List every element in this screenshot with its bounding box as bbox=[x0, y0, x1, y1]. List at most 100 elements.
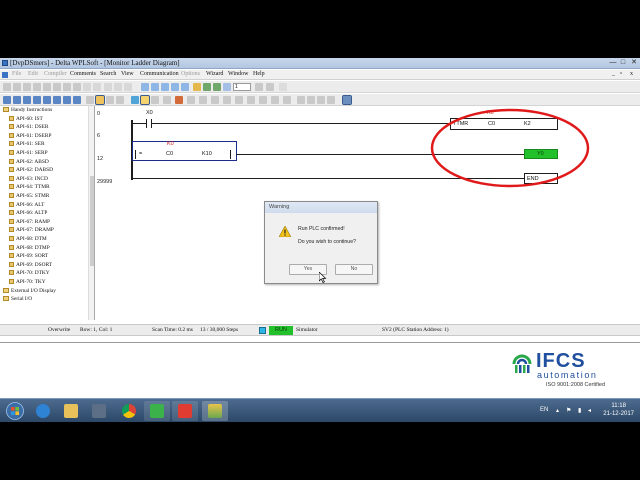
reset-icon[interactable] bbox=[199, 96, 207, 104]
tree-instruction-item[interactable]: API-64: TTMR bbox=[9, 183, 50, 191]
online-icon[interactable] bbox=[131, 96, 139, 104]
diagnose-icon[interactable] bbox=[247, 96, 255, 104]
tree-scroll-thumb[interactable] bbox=[90, 176, 94, 266]
mdi-restore-button[interactable]: ▫ bbox=[620, 71, 622, 77]
network-icon[interactable]: ▮ bbox=[578, 407, 581, 414]
taskbar-camtasia[interactable] bbox=[144, 401, 170, 421]
taskbar-wplsoft[interactable] bbox=[202, 401, 228, 421]
flag-icon[interactable]: ⚑ bbox=[566, 407, 571, 414]
tree-instruction-item[interactable]: API-68: DTMP bbox=[9, 244, 50, 252]
tree-folder[interactable]: Serial I/O bbox=[3, 295, 32, 303]
menu-options[interactable]: Options bbox=[181, 71, 200, 77]
maximize-button[interactable]: □ bbox=[618, 58, 628, 68]
coil-icon[interactable] bbox=[317, 96, 325, 104]
taskbar-media[interactable] bbox=[86, 401, 112, 421]
tree-instruction-item[interactable]: API-61: DSERP bbox=[9, 132, 52, 140]
online-edit-icon[interactable] bbox=[235, 96, 243, 104]
tree-folder[interactable]: Handy Instructions bbox=[3, 106, 52, 114]
system-clock[interactable]: 11:18 21-12-2017 bbox=[603, 402, 634, 418]
taskbar-chrome[interactable] bbox=[116, 401, 142, 421]
tree-instruction-item[interactable]: API-62: ABSD bbox=[9, 158, 49, 166]
tree-instruction-item[interactable]: API-61: SER bbox=[9, 140, 45, 148]
tree-instruction-item[interactable]: API-68: DTM bbox=[9, 235, 47, 243]
wizard-icon[interactable] bbox=[53, 96, 61, 104]
goto-icon[interactable] bbox=[124, 83, 132, 91]
minimize-button[interactable]: — bbox=[608, 58, 618, 68]
tree-instruction-item[interactable]: API-66: ALT bbox=[9, 201, 44, 209]
menu-communication[interactable]: Communication bbox=[140, 71, 179, 77]
no-button[interactable]: No bbox=[335, 264, 373, 275]
run-icon[interactable] bbox=[140, 95, 150, 105]
menu-window[interactable]: Window bbox=[228, 71, 248, 77]
tree-instruction-item[interactable]: API-70: TKY bbox=[9, 278, 46, 286]
tree-scrollbar[interactable] bbox=[88, 106, 94, 320]
layout-icon[interactable] bbox=[223, 83, 231, 91]
force-off-icon[interactable] bbox=[175, 96, 183, 104]
device-comment-icon[interactable] bbox=[33, 96, 41, 104]
search-icon[interactable] bbox=[181, 83, 189, 91]
tree-instruction-item[interactable]: API-69: SORT bbox=[9, 252, 48, 260]
screenshot-icon[interactable] bbox=[342, 95, 352, 105]
read-plc-icon[interactable] bbox=[86, 96, 94, 104]
cut-icon[interactable] bbox=[53, 83, 61, 91]
tree-instruction-item[interactable]: API-67: DRAMP bbox=[9, 226, 54, 234]
setting-icon[interactable] bbox=[283, 96, 291, 104]
list-icon[interactable] bbox=[266, 83, 274, 91]
zoom-area-icon[interactable] bbox=[171, 83, 179, 91]
menu-comments[interactable]: Comments bbox=[70, 71, 96, 77]
start-button[interactable] bbox=[2, 401, 28, 421]
contact-no-icon[interactable] bbox=[297, 96, 305, 104]
copy-icon[interactable] bbox=[63, 83, 71, 91]
write-plc-icon[interactable] bbox=[106, 96, 114, 104]
keyboard-icon[interactable] bbox=[223, 96, 231, 104]
tree-instruction-item[interactable]: API-69: DSORT bbox=[9, 261, 52, 269]
format-icon[interactable] bbox=[271, 96, 279, 104]
compare-contact[interactable]: = C0 K10 bbox=[135, 150, 231, 159]
plc-memory-icon[interactable] bbox=[211, 96, 219, 104]
print-icon[interactable] bbox=[33, 83, 41, 91]
monitor-ladder-icon[interactable] bbox=[95, 95, 105, 105]
volume-icon[interactable]: ◂ bbox=[588, 407, 591, 414]
check-icon[interactable] bbox=[213, 83, 221, 91]
language-indicator[interactable]: EN bbox=[540, 407, 548, 413]
monitor-icon[interactable] bbox=[193, 83, 201, 91]
menu-file[interactable]: File bbox=[12, 71, 21, 77]
edit-monitor-icon[interactable] bbox=[116, 96, 124, 104]
zoom-select[interactable]: 1 bbox=[233, 83, 251, 91]
save-icon[interactable] bbox=[23, 83, 31, 91]
tree-instruction-item[interactable]: API-66: ALTP bbox=[9, 209, 47, 217]
menu-edit[interactable]: Edit bbox=[28, 71, 38, 77]
tree-instruction-item[interactable]: API-63: INCD bbox=[9, 175, 48, 183]
open-file-icon[interactable] bbox=[13, 83, 21, 91]
instruction-mode-icon[interactable] bbox=[3, 96, 11, 104]
zoom-out-icon[interactable] bbox=[161, 83, 169, 91]
redo-icon[interactable] bbox=[93, 83, 101, 91]
password-icon[interactable] bbox=[259, 96, 267, 104]
paste-icon[interactable] bbox=[73, 83, 81, 91]
print-preview-icon[interactable] bbox=[43, 83, 51, 91]
menu-compiler[interactable]: Compiler bbox=[44, 71, 67, 77]
taskbar-ie[interactable] bbox=[30, 401, 56, 421]
stop-icon[interactable] bbox=[151, 96, 159, 104]
replace-icon[interactable] bbox=[114, 83, 122, 91]
close-button[interactable]: ✕ bbox=[629, 58, 639, 68]
tree-instruction-item[interactable]: API-62: DABSD bbox=[9, 166, 53, 174]
help-icon[interactable] bbox=[279, 83, 287, 91]
mdi-minimize-button[interactable]: _ bbox=[612, 71, 615, 77]
contact-nc-icon[interactable] bbox=[307, 96, 315, 104]
tree-instruction-item[interactable]: API-61: DSER bbox=[9, 123, 49, 131]
set-value-icon[interactable] bbox=[187, 96, 195, 104]
menu-search[interactable]: Search bbox=[100, 71, 116, 77]
menu-view[interactable]: View bbox=[121, 71, 134, 77]
tree-folder[interactable]: External I/O Display bbox=[3, 287, 56, 295]
taskbar-recorder[interactable] bbox=[172, 401, 198, 421]
function-icon[interactable] bbox=[327, 96, 335, 104]
find-icon[interactable] bbox=[104, 83, 112, 91]
tree-instruction-item[interactable]: API-70: DTKY bbox=[9, 269, 50, 277]
comm-icon[interactable] bbox=[255, 83, 263, 91]
register-icon[interactable] bbox=[43, 96, 51, 104]
tree-instruction-item[interactable]: API-67: RAMP bbox=[9, 218, 50, 226]
tree-instruction-item[interactable]: API-65: STMR bbox=[9, 192, 49, 200]
ladder-mode-icon[interactable] bbox=[13, 96, 21, 104]
sfc-mode-icon[interactable] bbox=[23, 96, 31, 104]
